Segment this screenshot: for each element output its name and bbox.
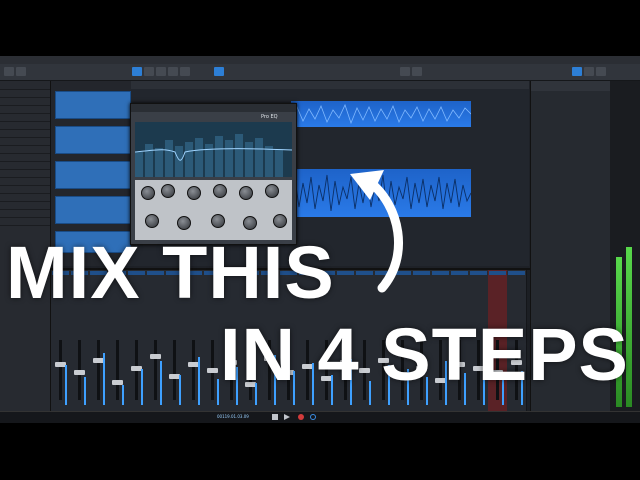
eq-knob[interactable] bbox=[211, 214, 225, 228]
curved-arrow-icon bbox=[350, 170, 404, 293]
inspector-row[interactable] bbox=[0, 178, 50, 186]
channel-level-meter bbox=[198, 357, 200, 405]
eraser-tool-button[interactable] bbox=[168, 67, 178, 76]
channel-level-meter bbox=[217, 379, 219, 405]
record-icon[interactable] bbox=[298, 414, 304, 420]
fader-track[interactable] bbox=[154, 340, 157, 400]
browser-item[interactable] bbox=[531, 150, 611, 157]
eq-knob[interactable] bbox=[187, 186, 201, 200]
inspector-row[interactable] bbox=[0, 81, 50, 90]
inspector-row[interactable] bbox=[0, 114, 50, 122]
plugin-name: Pro EQ bbox=[261, 114, 278, 120]
eq-curve bbox=[134, 134, 293, 177]
fader-cap[interactable] bbox=[150, 354, 161, 359]
eq-knob[interactable] bbox=[141, 186, 155, 200]
toolbar-button[interactable] bbox=[4, 67, 14, 76]
audio-event[interactable] bbox=[290, 101, 472, 127]
toolbar-button[interactable] bbox=[16, 67, 26, 76]
eq-graph[interactable] bbox=[134, 122, 293, 177]
arrow-tool-button[interactable] bbox=[132, 67, 142, 76]
inspector-row[interactable] bbox=[0, 98, 50, 106]
inspector-row[interactable] bbox=[0, 218, 50, 226]
inspector-row[interactable] bbox=[0, 146, 50, 154]
eq-knob[interactable] bbox=[161, 184, 175, 198]
browser-tabs[interactable] bbox=[531, 81, 611, 91]
channel-level-meter bbox=[141, 369, 143, 405]
inspector-row[interactable] bbox=[0, 186, 50, 194]
channel-level-meter bbox=[103, 353, 105, 405]
channel-level-meter bbox=[179, 375, 181, 405]
stop-icon[interactable] bbox=[272, 414, 278, 420]
channel-level-meter bbox=[122, 385, 124, 405]
inspector-row[interactable] bbox=[0, 90, 50, 98]
channel-name-plate[interactable] bbox=[508, 271, 525, 275]
fader-cap[interactable] bbox=[74, 370, 85, 375]
track-header[interactable] bbox=[55, 196, 131, 224]
channel-name-plate[interactable] bbox=[451, 271, 468, 275]
inspector-row[interactable] bbox=[0, 122, 50, 130]
inspector-row[interactable] bbox=[0, 154, 50, 162]
track-header[interactable] bbox=[55, 91, 131, 119]
eq-knob[interactable] bbox=[145, 214, 159, 228]
channel-name-plate[interactable] bbox=[489, 271, 506, 275]
range-tool-button[interactable] bbox=[144, 67, 154, 76]
headline-line-1: MIX THIS bbox=[6, 231, 335, 314]
fader-cap[interactable] bbox=[207, 368, 218, 373]
transport-bar: 00119.01.03.09 bbox=[0, 411, 640, 423]
fader-track[interactable] bbox=[97, 340, 100, 400]
track-header[interactable] bbox=[55, 161, 131, 189]
play-icon[interactable] bbox=[284, 414, 290, 420]
channel-level-meter bbox=[84, 377, 86, 405]
channel-level-meter bbox=[160, 361, 162, 405]
loop-icon[interactable] bbox=[310, 414, 316, 420]
inspector-row[interactable] bbox=[0, 130, 50, 138]
snap-button[interactable] bbox=[214, 67, 224, 76]
headline-line-2: IN 4 STEPS bbox=[220, 313, 629, 396]
inspector-row[interactable] bbox=[0, 106, 50, 114]
inspector-row[interactable] bbox=[0, 170, 50, 178]
channel-name-plate[interactable] bbox=[432, 271, 449, 275]
inspector-row[interactable] bbox=[0, 210, 50, 218]
inspector-row[interactable] bbox=[0, 194, 50, 202]
inspector-row[interactable] bbox=[0, 162, 50, 170]
fader-track[interactable] bbox=[192, 340, 195, 400]
waveform bbox=[290, 103, 472, 125]
fader-track[interactable] bbox=[116, 340, 119, 400]
position-display: 00119.01.03.09 bbox=[217, 414, 249, 419]
inspector-row[interactable] bbox=[0, 138, 50, 146]
fader-track[interactable] bbox=[59, 340, 62, 400]
inspector-row[interactable] bbox=[0, 202, 50, 210]
eq-knob[interactable] bbox=[177, 216, 191, 230]
toolbar bbox=[0, 64, 640, 81]
menu-bar: Studio One File Edit Song Track Event Au… bbox=[0, 56, 640, 72]
channel-name-plate[interactable] bbox=[470, 271, 487, 275]
mix-view-button[interactable] bbox=[584, 67, 594, 76]
paint-tool-button[interactable] bbox=[180, 67, 190, 76]
eq-knob[interactable] bbox=[243, 216, 257, 230]
browse-view-button[interactable] bbox=[596, 67, 606, 76]
split-tool-button[interactable] bbox=[156, 67, 166, 76]
eq-knob[interactable] bbox=[273, 214, 287, 228]
plugin-title-bar[interactable] bbox=[131, 104, 296, 112]
eq-knob[interactable] bbox=[265, 184, 279, 198]
channel-level-meter bbox=[65, 365, 67, 405]
eq-knob[interactable] bbox=[239, 186, 253, 200]
toolbar-button[interactable] bbox=[400, 67, 410, 76]
toolbar-button[interactable] bbox=[412, 67, 422, 76]
fader-track[interactable] bbox=[173, 340, 176, 400]
plugin-window[interactable]: Pro EQ bbox=[130, 103, 297, 245]
track-header[interactable] bbox=[55, 126, 131, 154]
edit-view-button[interactable] bbox=[572, 67, 582, 76]
timeline-ruler[interactable] bbox=[131, 81, 529, 89]
eq-knob[interactable] bbox=[213, 184, 227, 198]
